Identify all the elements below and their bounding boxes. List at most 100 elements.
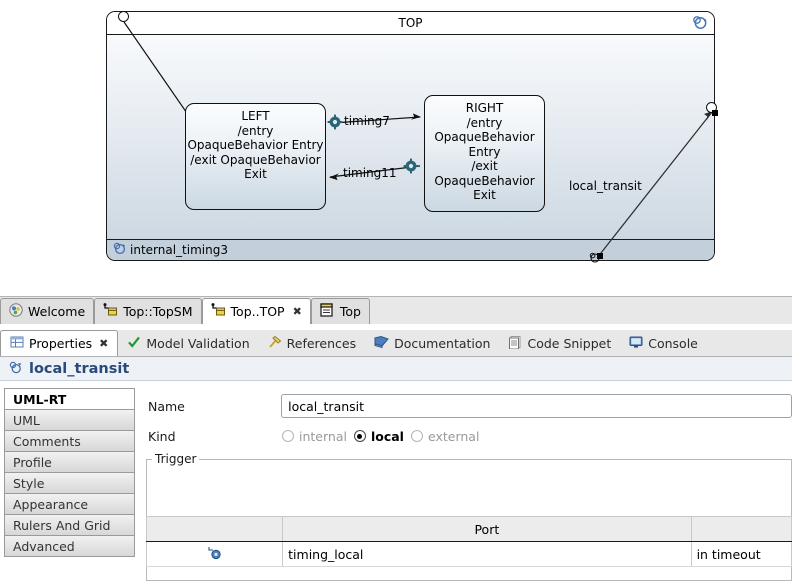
tab-documentation[interactable]: Documentation (365, 330, 499, 356)
state-right[interactable]: RIGHT /entry OpaqueBehavior Entry /exit … (424, 95, 545, 212)
side-tab-label: Rulers And Grid (13, 517, 111, 533)
initial-state-circle[interactable] (118, 11, 129, 22)
editor-tab-top-topsm[interactable]: Top::TopSM (94, 298, 202, 324)
radio-label: local (370, 428, 404, 444)
radio-dot-icon (353, 430, 366, 442)
sidebar-item-uml[interactable]: UML (4, 409, 135, 431)
trigger-icon (207, 547, 222, 563)
transition-label-timing7[interactable]: timing7 (344, 114, 390, 128)
properties-tab-bar[interactable]: Properties ✖ Model Validation References… (0, 330, 792, 357)
selection-handle[interactable] (712, 110, 718, 116)
editor-tab-bar[interactable]: Welcome Top::TopSM Top..TOP ✖ Top (0, 296, 792, 324)
references-icon (268, 335, 282, 352)
sidebar-item-comments[interactable]: Comments (4, 430, 135, 452)
state-right-entry-kw: /entry (466, 115, 503, 130)
side-tab-label: UML-RT (13, 391, 67, 407)
side-tab-label: Appearance (13, 496, 89, 512)
sidebar-item-appearance[interactable]: Appearance (4, 493, 135, 515)
editor-tab-label: Top::TopSM (123, 304, 193, 319)
side-tab-label: Style (13, 475, 45, 491)
column-header-icon[interactable] (145, 516, 284, 542)
check-icon (127, 335, 141, 352)
diagram-canvas[interactable]: TOP internal_timing3 LEFT /entry OpaqueB… (0, 0, 792, 294)
gear-icon[interactable] (403, 158, 419, 177)
tab-references[interactable]: References (259, 330, 365, 356)
state-left-entry-body: OpaqueBehavior Entry (187, 138, 324, 152)
page-title: local_transit (29, 360, 130, 377)
side-tab-label: Advanced (13, 538, 75, 554)
statemachine-icon (103, 303, 118, 320)
state-right-entry-body1: OpaqueBehavior (434, 130, 535, 144)
sidebar-item-uml-rt[interactable]: UML-RT (4, 388, 135, 410)
side-tab-label: Profile (13, 454, 52, 470)
trigger-timeout-cell[interactable]: in timeout (690, 541, 792, 567)
internal-transition-label: internal_timing3 (130, 243, 228, 257)
radio-external[interactable]: external (410, 428, 480, 444)
tab-properties[interactable]: Properties ✖ (0, 330, 119, 356)
class-icon (320, 303, 335, 320)
transition-icon (8, 360, 23, 378)
sidebar-item-advanced[interactable]: Advanced (4, 535, 135, 557)
column-header-extra[interactable] (690, 516, 792, 542)
properties-form: Name Kind internal local external (148, 391, 792, 451)
properties-tab-label: Documentation (394, 335, 491, 351)
column-header-port[interactable]: Port (282, 516, 692, 542)
state-right-name: RIGHT (465, 101, 504, 115)
sidebar-item-style[interactable]: Style (4, 472, 135, 494)
close-icon[interactable]: ✖ (293, 305, 302, 318)
editor-tab-top-top[interactable]: Top..TOP ✖ (201, 298, 311, 324)
internal-transition-compartment[interactable]: internal_timing3 (107, 239, 714, 260)
transition-label-local-transit[interactable]: local_transit (569, 179, 642, 193)
transition-label-timing11[interactable]: timing11 (343, 166, 397, 180)
console-icon (629, 335, 643, 352)
editor-tab-label: Welcome (28, 304, 86, 319)
state-right-exit-body2: Exit (473, 188, 496, 202)
name-input[interactable] (281, 394, 792, 418)
sidebar-item-rulers-and-grid[interactable]: Rulers And Grid (4, 514, 135, 536)
state-right-entry-body2: Entry (468, 144, 501, 159)
editor-tab-label: Top..TOP (230, 304, 285, 319)
state-left-name: LEFT (241, 109, 270, 123)
local-transit-source-icon[interactable] (589, 252, 601, 267)
kind-row: Kind internal local external (148, 421, 792, 451)
state-left-entry-kw: /entry (237, 123, 274, 138)
table-row[interactable]: timing_local in timeout (145, 541, 792, 567)
gear-icon[interactable] (327, 114, 343, 133)
side-tab-label: Comments (13, 433, 81, 449)
side-tab-label: UML (13, 412, 40, 428)
radio-label: external (427, 428, 480, 444)
tab-model-validation[interactable]: Model Validation (118, 330, 258, 356)
page-title: TOP (398, 16, 423, 30)
top-frame-title-bar: TOP (107, 12, 714, 35)
properties-header: local_transit (0, 357, 792, 381)
close-icon[interactable]: ✖ (99, 337, 108, 350)
table-header-row: Port (145, 516, 792, 542)
tab-console[interactable]: Console (620, 330, 707, 356)
trigger-legend: Trigger (152, 452, 200, 466)
tab-code-snippet[interactable]: Code Snippet (499, 330, 620, 356)
radio-dot-icon (282, 430, 294, 442)
properties-tab-label: Model Validation (146, 335, 250, 351)
state-left[interactable]: LEFT /entry OpaqueBehavior Entry /exit O… (185, 103, 326, 210)
properties-side-tabs[interactable]: UML-RT UML Comments Profile Style Appear… (4, 388, 135, 557)
state-left-exit-kw: /exit OpaqueBehavior (190, 152, 321, 167)
editor-tab-welcome[interactable]: Welcome (0, 298, 95, 324)
properties-tab-label: Console (648, 335, 698, 351)
editor-tab-label: Top (339, 304, 361, 319)
properties-tab-label: References (286, 335, 357, 351)
editor-tab-top[interactable]: Top (310, 298, 370, 324)
radio-local[interactable]: local (353, 428, 404, 444)
state-left-exit-body: Exit (244, 167, 267, 181)
trigger-port-cell[interactable]: timing_local (282, 541, 692, 567)
radio-label: internal (299, 428, 347, 444)
properties-tab-label: Code Snippet (527, 335, 612, 351)
properties-icon (10, 335, 24, 352)
trigger-table[interactable]: Port timing_local in timeout (145, 516, 792, 567)
radio-internal[interactable]: internal (282, 429, 347, 444)
radio-dot-icon (410, 430, 423, 442)
welcome-icon (9, 303, 23, 320)
sidebar-item-profile[interactable]: Profile (4, 451, 135, 473)
state-right-exit-body1: OpaqueBehavior (434, 173, 535, 188)
history-icon[interactable] (692, 15, 707, 33)
kind-radio-group[interactable]: internal local external (282, 429, 479, 444)
